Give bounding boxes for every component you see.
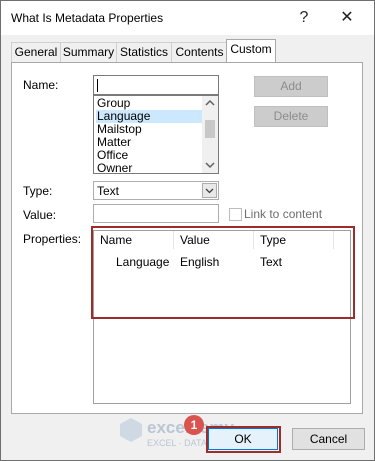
link-to-content-checkbox[interactable] — [229, 208, 242, 221]
scroll-down-icon — [205, 162, 215, 169]
list-item[interactable]: Owner — [96, 162, 202, 174]
properties-label: Properties: — [23, 232, 82, 246]
title-bar: What Is Metadata Properties ? ✕ — [1, 1, 374, 35]
scroll-up-icon — [205, 99, 215, 106]
chevron-down-icon[interactable] — [202, 183, 217, 198]
properties-highlight-box — [91, 226, 355, 319]
tab-contents[interactable]: Contents — [171, 42, 228, 62]
type-select[interactable]: Text — [93, 181, 219, 200]
name-listbox[interactable]: Group Language Mailstop Matter Office Ow… — [93, 95, 219, 174]
delete-button[interactable]: Delete — [254, 106, 328, 127]
name-input[interactable] — [93, 75, 219, 95]
cancel-button[interactable]: Cancel — [292, 428, 365, 450]
tab-statistics[interactable]: Statistics — [116, 42, 172, 62]
properties-dialog: What Is Metadata Properties ? ✕ General … — [0, 0, 375, 461]
value-label: Value: — [23, 208, 57, 222]
type-select-value: Text — [97, 184, 120, 198]
scroll-thumb — [205, 120, 215, 138]
step-badge: 1 — [184, 415, 204, 435]
value-input[interactable] — [93, 204, 219, 223]
tab-custom[interactable]: Custom — [226, 39, 276, 62]
scrollbar-graphic — [205, 99, 215, 169]
tab-summary[interactable]: Summary — [60, 42, 117, 62]
name-label: Name: — [23, 78, 59, 92]
text-cursor — [97, 79, 98, 92]
watermark-icon — [120, 418, 142, 442]
link-to-content-label: Link to content — [244, 207, 323, 221]
dialog-title: What Is Metadata Properties — [11, 11, 164, 25]
type-label: Type: — [23, 184, 53, 198]
watermark-logo — [118, 416, 144, 445]
ok-highlight-box — [206, 426, 281, 453]
add-button[interactable]: Add — [254, 76, 328, 97]
help-button[interactable]: ? — [292, 7, 316, 29]
listbox-scrollbar[interactable] — [202, 96, 218, 173]
close-button[interactable]: ✕ — [335, 7, 359, 29]
tab-general[interactable]: General — [11, 42, 61, 62]
